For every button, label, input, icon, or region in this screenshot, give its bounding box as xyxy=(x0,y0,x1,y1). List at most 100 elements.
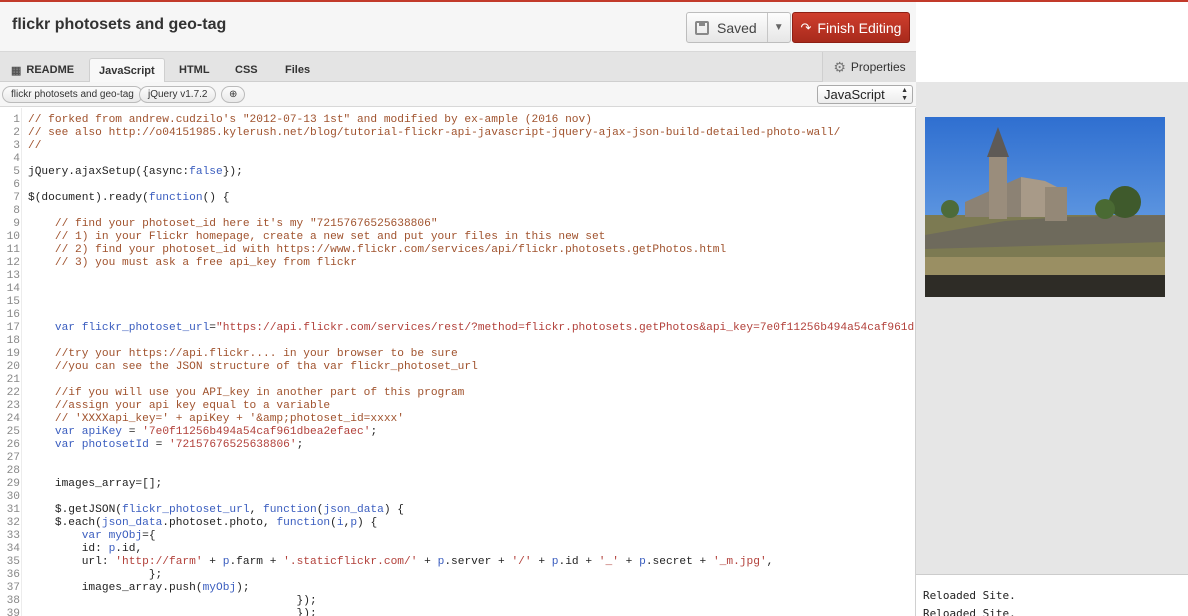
code-line[interactable]: 14 xyxy=(0,283,915,296)
line-number: 6 xyxy=(13,179,20,191)
code-editor[interactable]: 1 // forked from andrew.cudzilo's "2012-0… xyxy=(0,108,916,616)
properties-button[interactable]: ⚙ Properties xyxy=(822,52,916,82)
code-line[interactable]: 26 var photosetId = '72157676525638806'; xyxy=(0,439,915,452)
line-number: 26 xyxy=(6,439,20,451)
code-line[interactable]: 12 // 3) you must ask a free api_key fro… xyxy=(0,257,915,270)
code-text: // xyxy=(28,140,42,152)
code-line[interactable]: 11 // 2) find your photoset_id with http… xyxy=(0,244,915,257)
code-text: jQuery.ajaxSetup({async:false}); xyxy=(28,166,243,178)
line-number: 3 xyxy=(13,140,20,152)
code-text: // see also http://o04151985.kylerush.ne… xyxy=(28,127,841,139)
line-number: 7 xyxy=(13,192,20,204)
tab-files[interactable]: Files xyxy=(276,58,319,82)
preview-photo xyxy=(925,117,1165,297)
line-number: 32 xyxy=(6,517,20,529)
line-number: 27 xyxy=(6,452,20,464)
header-right-area xyxy=(916,0,1188,52)
code-line[interactable]: 39 }); xyxy=(0,608,915,616)
code-line[interactable]: 17 var flickr_photoset_url="https://api.… xyxy=(0,322,915,335)
save-disk-icon xyxy=(695,20,709,35)
code-line[interactable]: 30 xyxy=(0,491,915,504)
code-line[interactable]: 1 // forked from andrew.cudzilo's "2012-0… xyxy=(0,114,915,127)
project-pill[interactable]: flickr photosets and geo-tag xyxy=(2,86,143,103)
code-line[interactable]: 16 xyxy=(0,309,915,322)
code-line[interactable]: 13 xyxy=(0,270,915,283)
saved-dropdown-caret[interactable]: ▼ xyxy=(768,13,790,42)
line-number: 22 xyxy=(6,387,20,399)
code-line[interactable]: 31 $.getJSON(flickr_photoset_url, functi… xyxy=(0,504,915,517)
code-line[interactable]: 27 xyxy=(0,452,915,465)
code-line[interactable]: 21 xyxy=(0,374,915,387)
code-text: }); xyxy=(28,608,317,616)
gear-icon: ⚙ xyxy=(833,58,846,75)
code-line[interactable]: 5 jQuery.ajaxSetup({async:false}); xyxy=(0,166,915,179)
code-line[interactable]: 9 // find your photoset_id here it's my … xyxy=(0,218,915,231)
saved-button-group: Saved ▼ xyxy=(686,12,791,43)
code-line[interactable]: 7 $(document).ready(function() { xyxy=(0,192,915,205)
line-number: 28 xyxy=(6,465,20,477)
code-line[interactable]: 34 id: p.id, xyxy=(0,543,915,556)
code-line[interactable]: 18 xyxy=(0,335,915,348)
code-line[interactable]: 24 // 'XXXXapi_key=' + apiKey + '&amp;ph… xyxy=(0,413,915,426)
console-output: Reloaded Site. Reloaded Site. xyxy=(916,574,1188,616)
code-text: // 'XXXXapi_key=' + apiKey + '&amp;photo… xyxy=(28,413,404,425)
tab-readme[interactable]: ▦ README xyxy=(2,58,83,82)
code-line[interactable]: 23 //assign your api key equal to a vari… xyxy=(0,400,915,413)
code-line[interactable]: 15 xyxy=(0,296,915,309)
code-line[interactable]: 38 }); xyxy=(0,595,915,608)
language-select[interactable]: JavaScript ▲ ▼ xyxy=(817,85,913,104)
line-number: 35 xyxy=(6,556,20,568)
code-text: // forked from andrew.cudzilo's "2012-07… xyxy=(28,114,592,126)
code-line[interactable]: 20 //you can see the JSON structure of t… xyxy=(0,361,915,374)
code-text: // find your photoset_id here it's my "7… xyxy=(28,218,438,230)
tab-readme-label: README xyxy=(26,64,75,76)
code-line[interactable]: 36 }; xyxy=(0,569,915,582)
console-line: Reloaded Site. xyxy=(923,607,1016,616)
redo-arrow-icon: ↷ xyxy=(800,19,812,35)
finish-editing-button[interactable]: ↷ Finish Editing xyxy=(792,12,910,43)
code-text: // 2) find your photoset_id with https:/… xyxy=(28,244,727,256)
editor-tab-bar: ▦ README JavaScript HTML CSS Files xyxy=(0,52,916,82)
code-text: $.each(json_data.photoset.photo, functio… xyxy=(28,517,378,529)
code-line[interactable]: 28 xyxy=(0,465,915,478)
code-text: //you can see the JSON structure of tha … xyxy=(28,361,478,373)
code-line[interactable]: 3 // xyxy=(0,140,915,153)
code-text: //try your https://api.flickr.... in you… xyxy=(28,348,458,360)
code-text: // 3) you must ask a free api_key from f… xyxy=(28,257,357,269)
code-line[interactable]: 35 url: 'http://farm' + p.farm + '.stati… xyxy=(0,556,915,569)
code-line[interactable]: 2 // see also http://o04151985.kylerush.n… xyxy=(0,127,915,140)
properties-label: Properties xyxy=(850,60,906,74)
code-text: var myObj={ xyxy=(81,530,156,542)
tab-javascript-label: JavaScript xyxy=(99,64,155,77)
tabbar-right-area xyxy=(916,52,1188,82)
code-line[interactable]: 25 var apiKey = '7e0f11256b494a54caf961d… xyxy=(0,426,915,439)
saved-button[interactable]: Saved xyxy=(687,13,768,42)
code-line[interactable]: 32 $.each(json_data.photoset.photo, func… xyxy=(0,517,915,530)
code-line[interactable]: 10 // 1) in your Flickr homepage, create… xyxy=(0,231,915,244)
code-line[interactable]: 8 xyxy=(0,205,915,218)
add-library-button[interactable]: ⊕ xyxy=(221,86,246,103)
code-line[interactable]: 6 xyxy=(0,179,915,192)
line-number: 18 xyxy=(6,335,20,347)
code-content[interactable]: 1 // forked from andrew.cudzilo's "2012-0… xyxy=(0,114,915,616)
code-line[interactable]: 37 images_array.push(myObj); xyxy=(0,582,915,595)
line-number: 21 xyxy=(6,374,20,386)
line-number: 15 xyxy=(6,296,20,308)
code-line[interactable]: 4 xyxy=(0,153,915,166)
library-pill[interactable]: jQuery v1.7.2 xyxy=(139,86,217,103)
code-line[interactable]: 22 //if you will use you API_key in anot… xyxy=(0,387,915,400)
code-line[interactable]: 33 var myObj={ xyxy=(0,530,915,543)
code-line[interactable]: 29 images_array=[]; xyxy=(0,478,915,491)
line-number: 14 xyxy=(6,283,20,295)
tab-css[interactable]: CSS xyxy=(226,58,267,82)
tab-html[interactable]: HTML xyxy=(170,58,219,82)
tab-javascript[interactable]: JavaScript xyxy=(89,58,165,82)
line-number: 12 xyxy=(6,257,20,269)
code-text: }); xyxy=(28,595,317,607)
tab-css-label: CSS xyxy=(235,64,258,76)
finish-editing-label: Finish Editing xyxy=(817,19,902,36)
line-number: 4 xyxy=(13,153,20,165)
code-text: var apiKey = '7e0f11256b494a54caf961dbea… xyxy=(54,426,378,438)
console-line: Reloaded Site. xyxy=(923,589,1016,602)
code-line[interactable]: 19 //try your https://api.flickr.... in … xyxy=(0,348,915,361)
